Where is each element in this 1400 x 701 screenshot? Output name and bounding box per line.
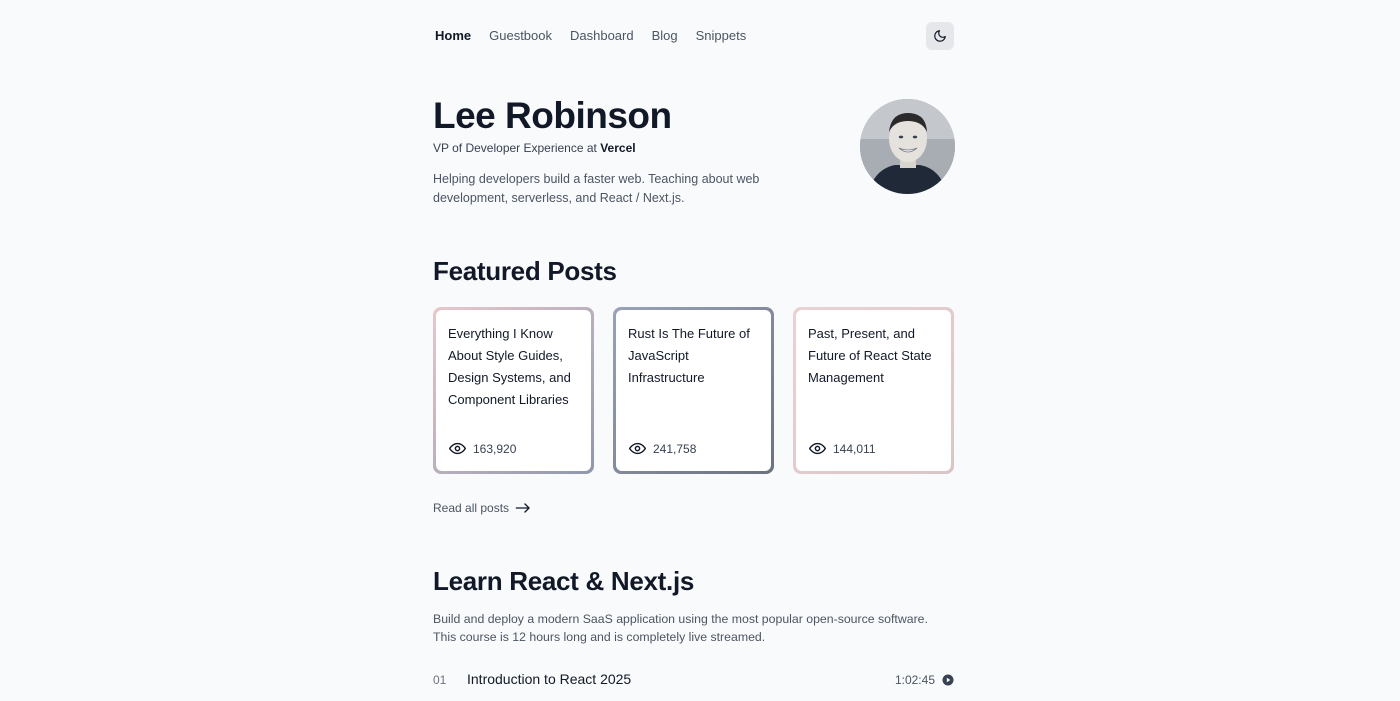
hero-role: VP of Developer Experience at Vercel [433, 140, 636, 156]
nav-link-dashboard[interactable]: Dashboard [570, 28, 634, 43]
lesson-duration: 1:02:45 [894, 673, 935, 687]
hero-name: Lee Robinson [433, 95, 672, 136]
arrow-right-icon [515, 503, 530, 513]
featured-post-card-body: Past, Present, and Future of React State… [796, 310, 951, 471]
featured-post-card-body: Everything I Know About Style Guides, De… [436, 310, 591, 471]
featured-post-card[interactable]: Past, Present, and Future of React State… [793, 307, 954, 474]
course-title: Learn React & Next.js [433, 566, 695, 596]
post-title: Everything I Know About Style Guides, De… [448, 326, 571, 407]
featured-posts-list: Everything I Know About Style Guides, De… [433, 307, 954, 474]
post-title: Rust Is The Future of JavaScript Infrast… [628, 326, 750, 385]
featured-posts-title: Featured Posts [433, 256, 617, 286]
course-description: Build and deploy a modern SaaS applicati… [433, 612, 928, 644]
post-title: Past, Present, and Future of React State… [808, 326, 932, 385]
post-views-count: 144,011 [833, 441, 876, 456]
post-views-count: 163,920 [473, 441, 517, 456]
read-all-posts-label: Read all posts [433, 501, 510, 515]
lesson-number: 01 [433, 673, 447, 687]
lesson-title: Introduction to React 2025 [467, 671, 632, 687]
post-views: 163,920 [449, 440, 516, 457]
hero-tagline: Helping developers build a faster web. T… [433, 172, 760, 205]
featured-post-card-body: Rust Is The Future of JavaScript Infrast… [616, 310, 771, 471]
nav-links: Home Guestbook Dashboard Blog Snippets [435, 28, 746, 43]
post-views-count: 241,758 [653, 441, 697, 456]
nav-link-guestbook[interactable]: Guestbook [489, 28, 552, 43]
featured-post-card[interactable]: Everything I Know About Style Guides, De… [433, 307, 594, 474]
avatar [860, 99, 955, 194]
post-views: 241,758 [629, 440, 696, 457]
top-nav: Home Guestbook Dashboard Blog Snippets [433, 22, 954, 50]
play-icon [942, 674, 954, 686]
hero-role-text: VP of Developer Experience at [433, 141, 601, 155]
post-views: 144,011 [809, 440, 876, 457]
eye-icon [449, 442, 466, 455]
featured-post-card[interactable]: Rust Is The Future of JavaScript Infrast… [613, 307, 774, 474]
eye-icon [809, 442, 826, 455]
moon-icon [934, 30, 946, 42]
hero-company: Vercel [600, 141, 636, 155]
theme-toggle-button[interactable] [926, 22, 954, 50]
eye-icon [629, 442, 646, 455]
lesson-row[interactable]: 01 Introduction to React 2025 1:02:45 [433, 668, 954, 692]
read-all-posts-link[interactable]: Read all posts [433, 501, 531, 515]
avatar-photo [860, 99, 955, 194]
nav-link-home[interactable]: Home [435, 28, 471, 43]
nav-link-blog[interactable]: Blog [652, 28, 678, 43]
nav-link-snippets[interactable]: Snippets [696, 28, 747, 43]
